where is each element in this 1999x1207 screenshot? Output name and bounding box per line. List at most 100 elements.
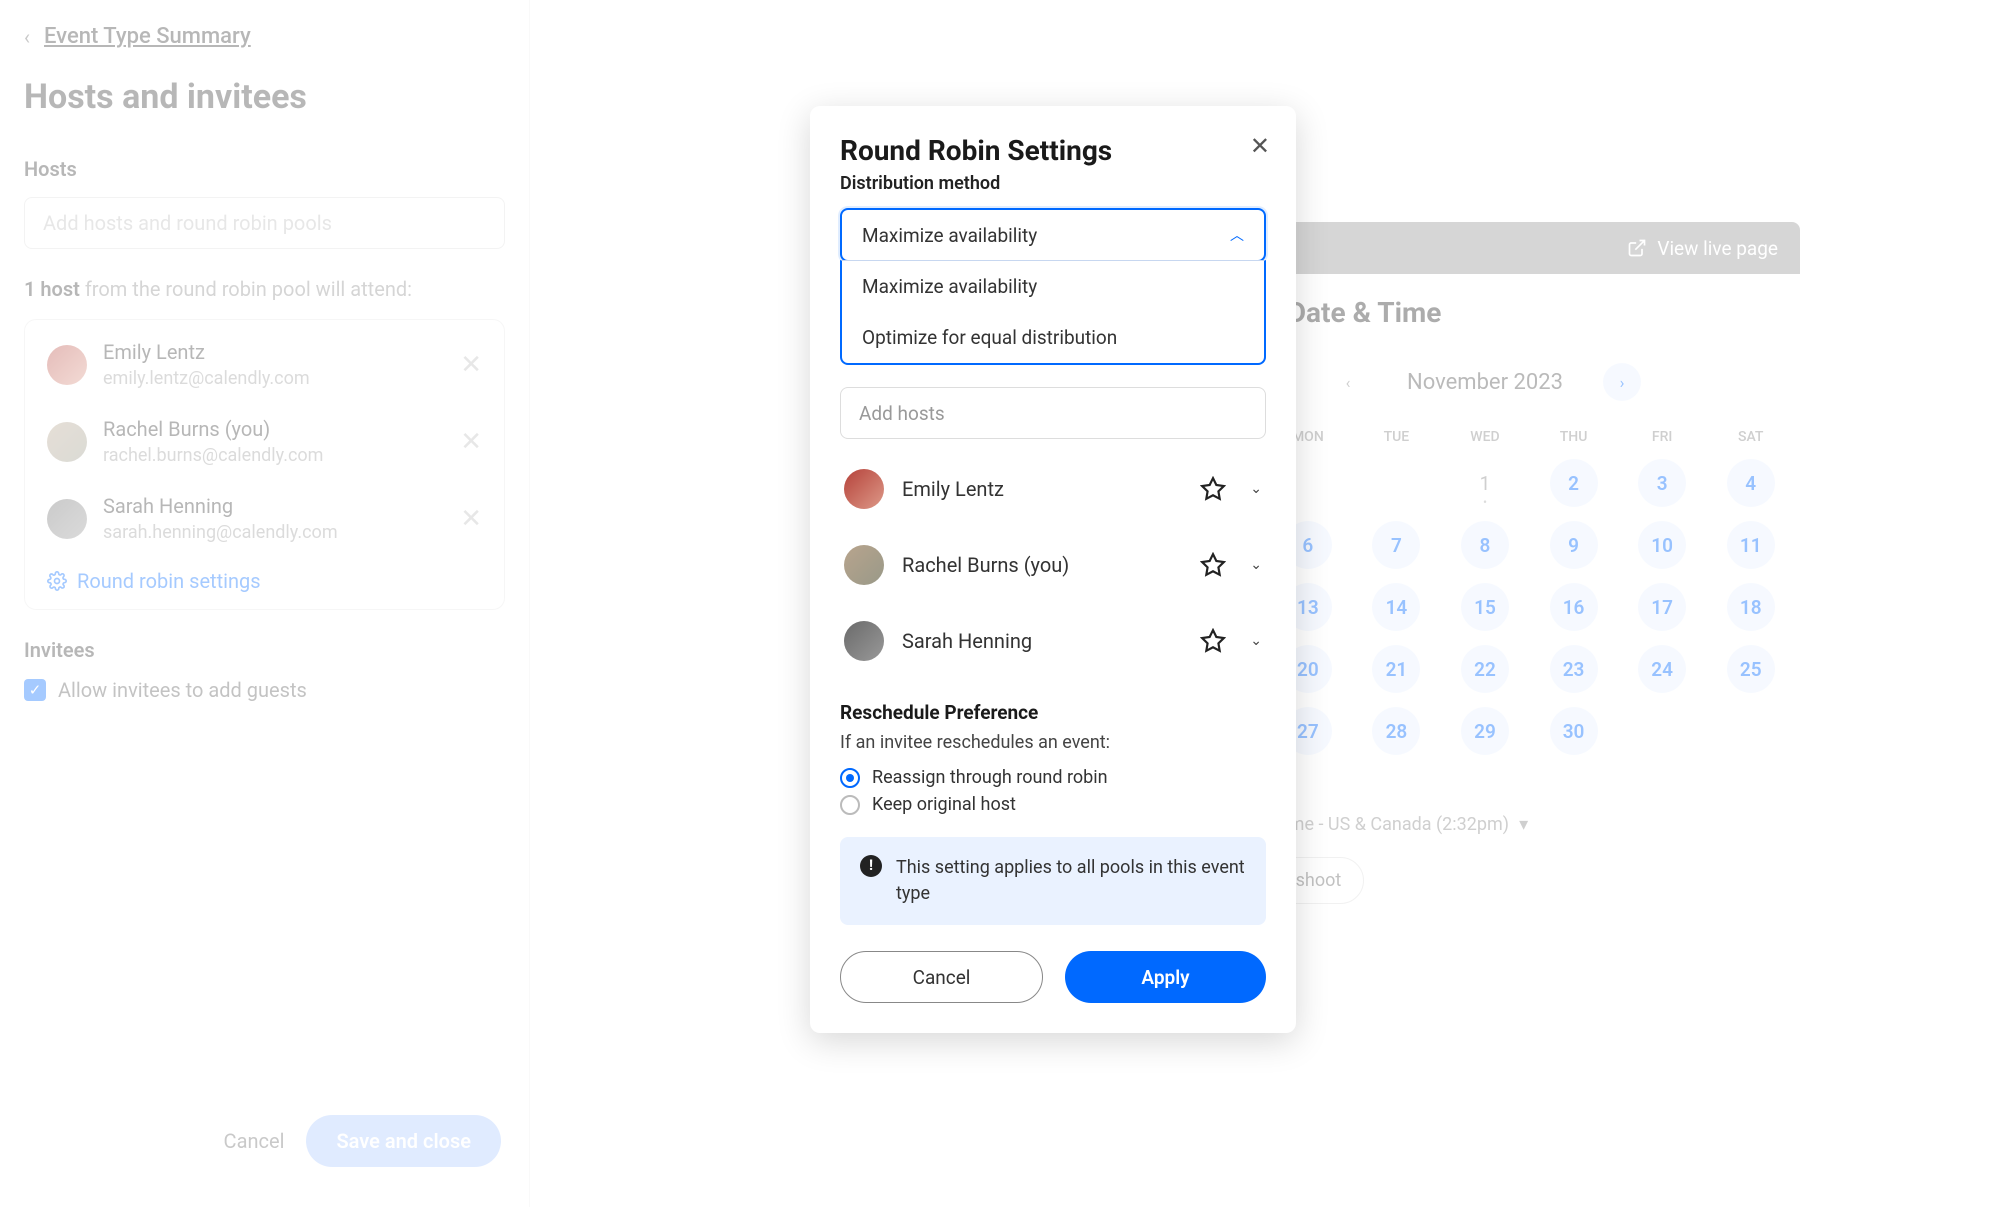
pool-count: 1 host	[24, 277, 80, 301]
info-banner: ! This setting applies to all pools in t…	[840, 837, 1266, 925]
calendar-day[interactable]: 23	[1550, 645, 1598, 693]
chevron-down-icon[interactable]: ⌄	[1250, 557, 1262, 573]
info-text: This setting applies to all pools in thi…	[896, 855, 1246, 907]
host-name: Sarah Henning	[103, 494, 444, 518]
modal-host-row: Rachel Burns (you) ⌄	[840, 527, 1266, 603]
close-icon[interactable]: ✕	[1250, 132, 1270, 160]
host-row: Emily Lentz emily.lentz@calendly.com ✕	[25, 326, 504, 403]
breadcrumb-link[interactable]: Event Type Summary	[44, 24, 251, 49]
reschedule-heading: Reschedule Preference	[840, 701, 1266, 724]
view-live-label: View live page	[1657, 237, 1778, 260]
calendar-day[interactable]: 2	[1550, 459, 1598, 507]
host-card: Emily Lentz emily.lentz@calendly.com ✕ R…	[24, 319, 505, 610]
calendar-day[interactable]: 3	[1638, 459, 1686, 507]
prev-month-button[interactable]: ‹	[1329, 363, 1367, 401]
calendar-day[interactable]: 18	[1727, 583, 1775, 631]
avatar	[47, 345, 87, 385]
dropdown-option[interactable]: Maximize availability	[842, 261, 1264, 312]
calendar-day[interactable]: 28	[1372, 707, 1420, 755]
radio-selected-icon	[840, 768, 860, 788]
host-name: Rachel Burns (you)	[103, 417, 444, 441]
distribution-dropdown: Maximize availability Optimize for equal…	[840, 260, 1266, 365]
next-month-button[interactable]: ›	[1603, 363, 1641, 401]
apply-button[interactable]: Apply	[1065, 951, 1266, 1003]
calendar-day[interactable]: 9	[1550, 521, 1598, 569]
cancel-button[interactable]: Cancel	[840, 951, 1043, 1003]
calendar-day[interactable]: 24	[1638, 645, 1686, 693]
calendar-day[interactable]: 14	[1372, 583, 1420, 631]
calendar-day[interactable]: 25	[1727, 645, 1775, 693]
add-hosts-placeholder: Add hosts and round robin pools	[43, 211, 332, 235]
modal-host-row: Emily Lentz ⌄	[840, 451, 1266, 527]
star-icon[interactable]	[1200, 476, 1226, 502]
round-robin-modal: ✕ Round Robin Settings Distribution meth…	[810, 106, 1296, 1033]
chevron-up-icon: ︿	[1230, 225, 1244, 245]
star-icon[interactable]	[1200, 552, 1226, 578]
host-row: Sarah Henning sarah.henning@calendly.com…	[25, 480, 504, 557]
host-name: Rachel Burns (you)	[902, 553, 1182, 577]
remove-host-icon[interactable]: ✕	[460, 350, 482, 380]
selected-option-label: Maximize availability	[862, 224, 1037, 247]
calendar-day[interactable]: 16	[1550, 583, 1598, 631]
select-box[interactable]: Maximize availability ︿	[840, 208, 1266, 262]
calendar-day[interactable]: 11	[1727, 521, 1775, 569]
dropdown-option[interactable]: Optimize for equal distribution	[842, 312, 1264, 363]
add-hosts-input[interactable]: Add hosts and round robin pools	[24, 197, 505, 249]
host-name: Emily Lentz	[902, 477, 1182, 501]
radio-reassign[interactable]: Reassign through round robin	[840, 767, 1266, 788]
chevron-down-icon: ▾	[1519, 814, 1528, 835]
modal-host-list: Emily Lentz ⌄ Rachel Burns (you) ⌄ Sarah…	[840, 451, 1266, 679]
reschedule-sub: If an invitee reschedules an event:	[840, 732, 1266, 753]
calendar-day[interactable]: 17	[1638, 583, 1686, 631]
round-robin-settings-link[interactable]: Round robin settings	[25, 557, 504, 593]
calendar-day[interactable]: 21	[1372, 645, 1420, 693]
modal-actions: Cancel Apply	[840, 951, 1266, 1003]
day-of-week: FRI	[1623, 429, 1702, 445]
host-email: sarah.henning@calendly.com	[103, 522, 444, 543]
day-of-week: SAT	[1711, 429, 1790, 445]
sidebar-footer: Cancel Save and close	[0, 1115, 529, 1167]
distribution-label: Distribution method	[840, 173, 1266, 194]
pool-suffix: from the round robin pool will attend:	[80, 277, 412, 301]
calendar-day[interactable]: 22	[1461, 645, 1509, 693]
save-button[interactable]: Save and close	[306, 1115, 501, 1167]
star-icon[interactable]	[1200, 628, 1226, 654]
radio-reassign-label: Reassign through round robin	[872, 767, 1108, 788]
distribution-select[interactable]: Maximize availability ︿ Maximize availab…	[840, 208, 1266, 365]
host-name: Emily Lentz	[103, 340, 444, 364]
sidebar: ‹ Event Type Summary Hosts and invitees …	[0, 0, 530, 1207]
avatar	[844, 545, 884, 585]
calendar-day[interactable]: 30	[1550, 707, 1598, 755]
day-of-week: TUE	[1357, 429, 1436, 445]
radio-keep[interactable]: Keep original host	[840, 794, 1266, 815]
calendar-day[interactable]: 10	[1638, 521, 1686, 569]
rr-link-label: Round robin settings	[77, 569, 261, 593]
host-name: Sarah Henning	[902, 629, 1182, 653]
chevron-down-icon[interactable]: ⌄	[1250, 481, 1262, 497]
view-live-link[interactable]: View live page	[1627, 237, 1778, 260]
back-chevron-icon[interactable]: ‹	[24, 25, 30, 49]
remove-host-icon[interactable]: ✕	[460, 504, 482, 534]
radio-keep-label: Keep original host	[872, 794, 1016, 815]
invitees-heading: Invitees	[24, 638, 505, 662]
info-icon: !	[860, 855, 882, 877]
chevron-down-icon[interactable]: ⌄	[1250, 633, 1262, 649]
cancel-button[interactable]: Cancel	[224, 1115, 285, 1167]
page-title: Hosts and invitees	[24, 77, 505, 117]
calendar-day[interactable]: 7	[1372, 521, 1420, 569]
calendar-day[interactable]: 8	[1461, 521, 1509, 569]
calendar-day[interactable]: 4	[1727, 459, 1775, 507]
add-hosts-input[interactable]	[840, 387, 1266, 439]
avatar	[844, 469, 884, 509]
radio-icon	[840, 795, 860, 815]
calendar-day[interactable]: 15	[1461, 583, 1509, 631]
modal-title: Round Robin Settings	[840, 134, 1266, 167]
host-row: Rachel Burns (you) rachel.burns@calendly…	[25, 403, 504, 480]
host-email: rachel.burns@calendly.com	[103, 445, 444, 466]
day-of-week: THU	[1534, 429, 1613, 445]
gear-icon	[47, 571, 67, 591]
allow-guests-checkbox[interactable]: Allow invitees to add guests	[24, 678, 505, 702]
remove-host-icon[interactable]: ✕	[460, 427, 482, 457]
calendar-day[interactable]: 29	[1461, 707, 1509, 755]
month-label: November 2023	[1407, 370, 1563, 395]
